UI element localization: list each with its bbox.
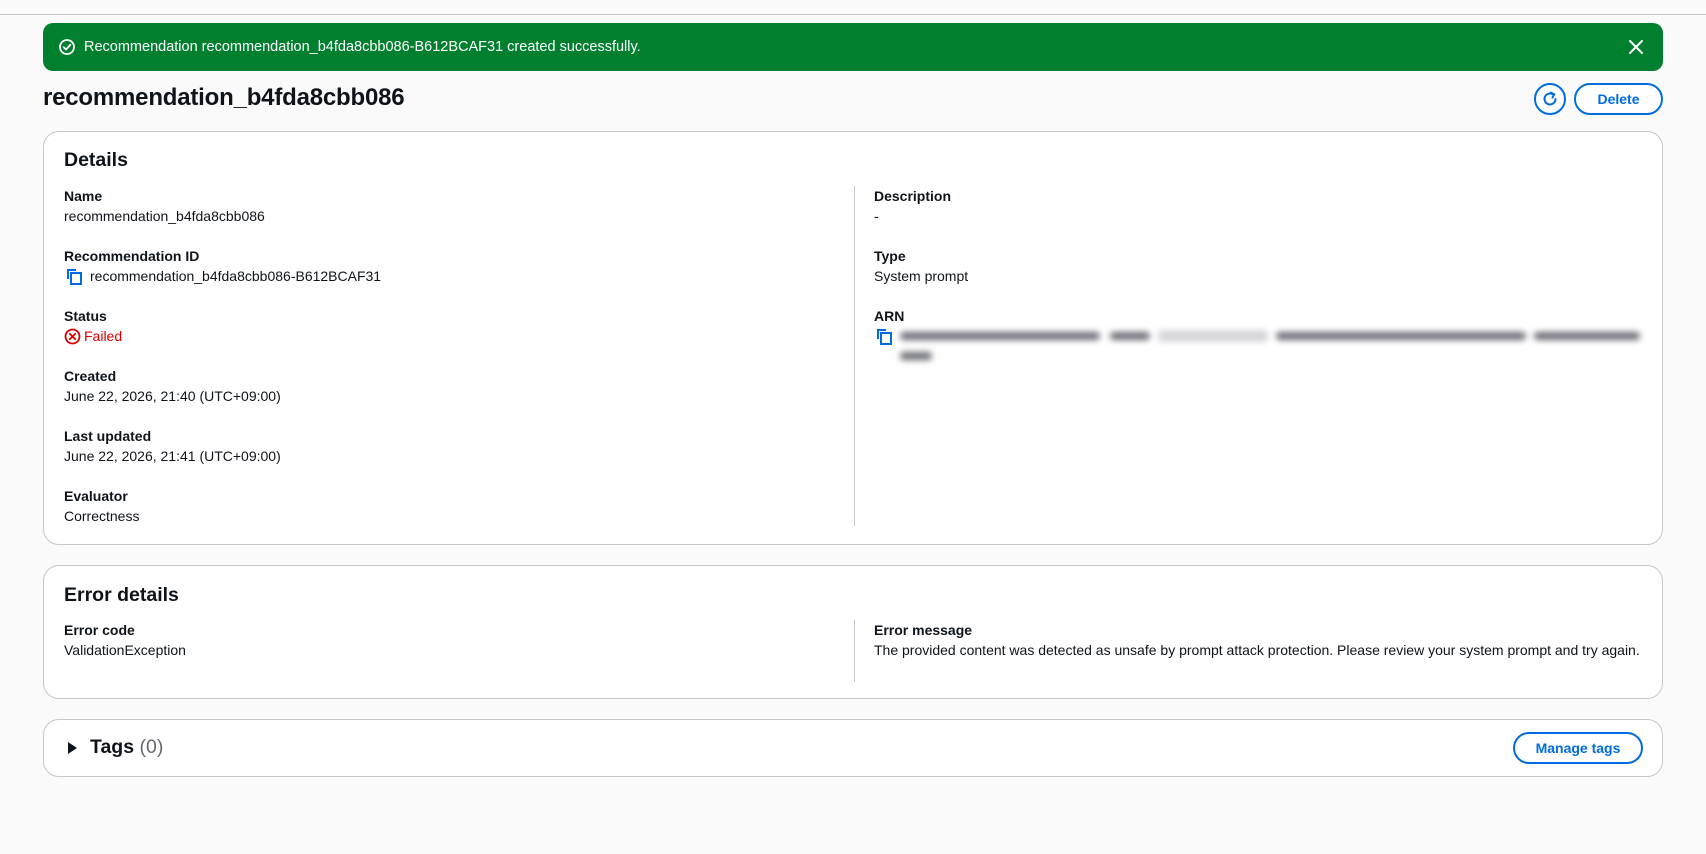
recommendation-id-label: Recommendation ID bbox=[64, 248, 200, 264]
details-heading: Details bbox=[64, 149, 128, 171]
description-label: Description bbox=[874, 188, 952, 204]
status-indicator: Failed bbox=[64, 326, 122, 346]
refresh-icon bbox=[1541, 90, 1559, 108]
error-code-label: Error code bbox=[64, 622, 135, 638]
column-divider bbox=[854, 620, 855, 682]
evaluator-value: Correctness bbox=[64, 508, 140, 524]
check-circle-icon bbox=[58, 38, 76, 56]
tags-heading[interactable]: Tags (0) bbox=[90, 736, 163, 759]
arn-value-redacted bbox=[900, 326, 1640, 372]
error-code-value: ValidationException bbox=[64, 642, 186, 658]
type-label: Type bbox=[874, 248, 906, 264]
status-field: Status Failed bbox=[64, 306, 122, 346]
error-message-field: Error message The provided content was d… bbox=[874, 620, 1644, 660]
evaluator-field: Evaluator Correctness bbox=[64, 486, 139, 526]
page-title: recommendation_b4fda8cbb086 bbox=[43, 84, 405, 111]
status-label: Status bbox=[64, 308, 107, 324]
success-flash-banner: Recommendation recommendation_b4fda8cbb0… bbox=[43, 23, 1663, 71]
description-field: Description - bbox=[874, 186, 951, 226]
name-value: recommendation_b4fda8cbb086 bbox=[64, 208, 265, 224]
error-circle-icon bbox=[64, 328, 81, 345]
created-label: Created bbox=[64, 368, 117, 384]
last-updated-label: Last updated bbox=[64, 428, 152, 444]
type-value: System prompt bbox=[874, 268, 969, 284]
created-value: June 22, 2026, 21:40 (UTC+09:00) bbox=[64, 388, 281, 404]
status-value: Failed bbox=[84, 328, 123, 344]
error-message-value: The provided content was detected as uns… bbox=[874, 642, 1640, 658]
recommendation-id-field: Recommendation ID recommendation_b4fda8c… bbox=[64, 246, 381, 286]
error-details-container: Error details Error code ValidationExcep… bbox=[43, 565, 1663, 699]
caret-right-icon[interactable] bbox=[66, 741, 78, 755]
delete-button[interactable]: Delete bbox=[1574, 83, 1663, 115]
last-updated-field: Last updated June 22, 2026, 21:41 (UTC+0… bbox=[64, 426, 281, 466]
created-field: Created June 22, 2026, 21:40 (UTC+09:00) bbox=[64, 366, 281, 406]
manage-tags-button[interactable]: Manage tags bbox=[1513, 732, 1643, 764]
tags-title: Tags bbox=[90, 736, 135, 758]
flash-message: Recommendation recommendation_b4fda8cbb0… bbox=[84, 39, 641, 55]
copy-icon[interactable] bbox=[874, 326, 894, 346]
close-icon[interactable] bbox=[1625, 36, 1647, 58]
description-value: - bbox=[874, 208, 879, 224]
details-container: Details Name recommendation_b4fda8cbb086… bbox=[43, 131, 1663, 545]
evaluator-label: Evaluator bbox=[64, 488, 128, 504]
refresh-button[interactable] bbox=[1534, 83, 1566, 115]
arn-label: ARN bbox=[874, 308, 905, 324]
copy-icon[interactable] bbox=[64, 266, 84, 286]
recommendation-id-value: recommendation_b4fda8cbb086-B612BCAF31 bbox=[90, 268, 382, 284]
error-code-field: Error code ValidationException bbox=[64, 620, 186, 660]
tags-container: Tags (0) Manage tags bbox=[43, 719, 1663, 777]
top-divider bbox=[0, 14, 1706, 15]
column-divider bbox=[854, 186, 855, 526]
name-label: Name bbox=[64, 188, 103, 204]
last-updated-value: June 22, 2026, 21:41 (UTC+09:00) bbox=[64, 448, 281, 464]
error-message-label: Error message bbox=[874, 622, 973, 638]
arn-field: ARN bbox=[874, 306, 1640, 372]
error-details-heading: Error details bbox=[64, 584, 179, 606]
type-field: Type System prompt bbox=[874, 246, 968, 286]
tags-count: (0) bbox=[139, 736, 164, 758]
name-field: Name recommendation_b4fda8cbb086 bbox=[64, 186, 265, 226]
